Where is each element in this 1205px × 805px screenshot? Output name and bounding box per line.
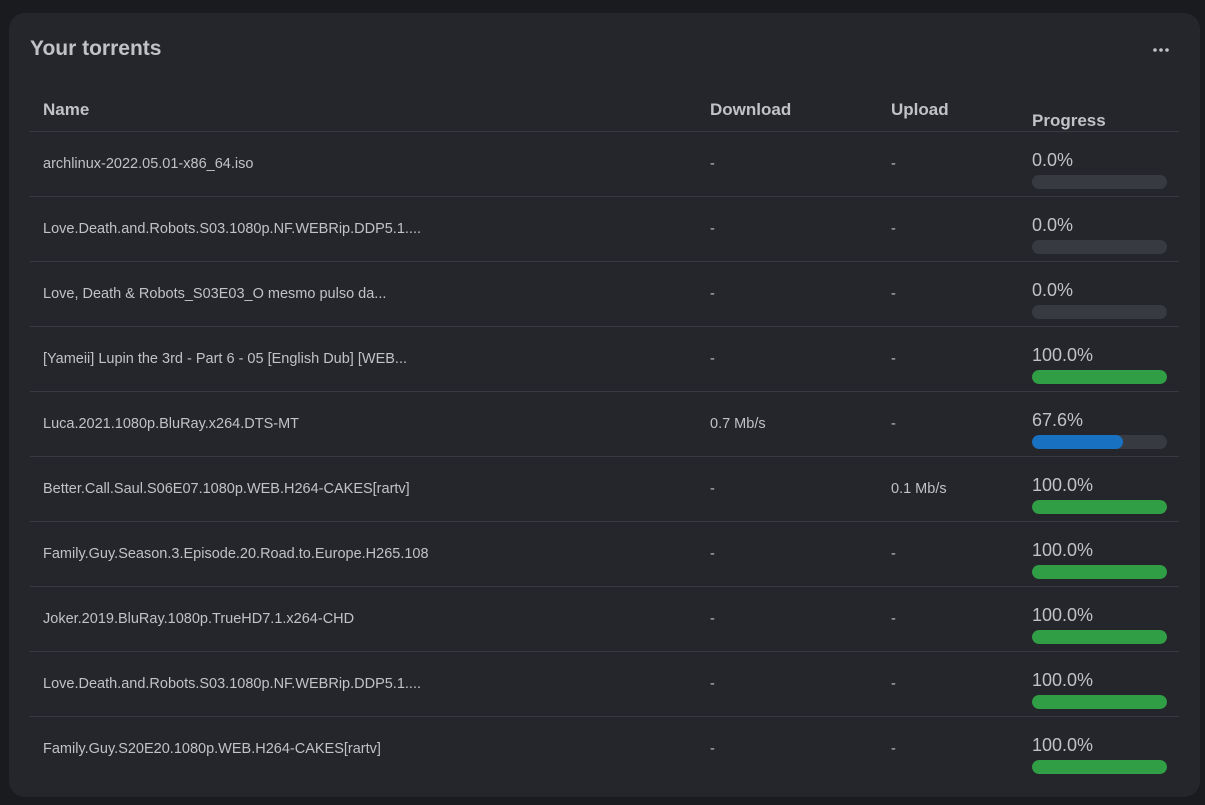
progress-percent: 100.0% xyxy=(1032,475,1094,495)
upload-speed: - xyxy=(891,221,896,237)
progress-bar-fill xyxy=(1032,370,1167,384)
torrent-name: Love, Death & Robots_S03E03_O mesmo puls… xyxy=(43,286,387,302)
table-row[interactable]: archlinux-2022.05.01-x86_64.iso - - 0.0% xyxy=(30,132,1179,197)
download-speed: - xyxy=(710,546,715,562)
download-speed: - xyxy=(710,481,715,497)
progress-bar xyxy=(1032,565,1167,579)
progress-bar-fill xyxy=(1032,630,1167,644)
table-row[interactable]: Luca.2021.1080p.BluRay.x264.DTS-MT 0.7 M… xyxy=(30,392,1179,457)
panel-title: Your torrents xyxy=(30,37,162,60)
upload-speed: 0.1 Mb/s xyxy=(891,481,947,497)
progress-cell: 0.0% xyxy=(1032,215,1167,254)
more-options-button[interactable] xyxy=(1150,39,1172,61)
table-row[interactable]: Family.Guy.S20E20.1080p.WEB.H264-CAKES[r… xyxy=(30,717,1179,781)
torrent-name: Luca.2021.1080p.BluRay.x264.DTS-MT xyxy=(43,416,300,432)
upload-speed: - xyxy=(891,546,896,562)
torrent-name: Love.Death.and.Robots.S03.1080p.NF.WEBRi… xyxy=(43,676,422,692)
download-speed: - xyxy=(710,611,715,627)
progress-cell: 0.0% xyxy=(1032,280,1167,319)
ellipsis-icon xyxy=(1153,48,1169,52)
table-row[interactable]: [Yameii] Lupin the 3rd - Part 6 - 05 [En… xyxy=(30,327,1179,392)
header-download: Download xyxy=(710,100,792,119)
download-speed: - xyxy=(710,286,715,302)
progress-bar xyxy=(1032,695,1167,709)
progress-percent: 100.0% xyxy=(1032,540,1094,560)
torrent-name: Family.Guy.S20E20.1080p.WEB.H264-CAKES[r… xyxy=(43,741,381,757)
progress-bar xyxy=(1032,630,1167,644)
progress-cell: 100.0% xyxy=(1032,735,1167,774)
progress-cell: 100.0% xyxy=(1032,345,1167,384)
table-row[interactable]: Better.Call.Saul.S06E07.1080p.WEB.H264-C… xyxy=(30,457,1179,522)
table-body: archlinux-2022.05.01-x86_64.iso - - 0.0%… xyxy=(30,132,1179,781)
progress-percent: 100.0% xyxy=(1032,735,1094,755)
progress-bar-fill xyxy=(1032,435,1124,449)
upload-speed: - xyxy=(891,676,896,692)
progress-bar-fill xyxy=(1032,760,1167,774)
download-speed: - xyxy=(710,741,715,757)
progress-percent: 0.0% xyxy=(1032,280,1074,300)
progress-percent: 0.0% xyxy=(1032,215,1074,235)
header-upload: Upload xyxy=(891,100,949,119)
upload-speed: - xyxy=(891,611,896,627)
download-speed: - xyxy=(710,156,715,172)
progress-bar xyxy=(1032,435,1167,449)
table-row[interactable]: Love, Death & Robots_S03E03_O mesmo puls… xyxy=(30,262,1179,327)
progress-percent: 67.6% xyxy=(1032,410,1084,430)
progress-bar-fill xyxy=(1032,695,1167,709)
torrent-name: Family.Guy.Season.3.Episode.20.Road.to.E… xyxy=(43,546,429,562)
progress-cell: 100.0% xyxy=(1032,475,1167,514)
download-speed: 0.7 Mb/s xyxy=(710,416,766,432)
download-speed: - xyxy=(710,221,715,237)
download-speed: - xyxy=(710,351,715,367)
progress-bar xyxy=(1032,305,1167,319)
upload-speed: - xyxy=(891,416,896,432)
torrent-name: archlinux-2022.05.01-x86_64.iso xyxy=(43,156,254,172)
torrent-name: [Yameii] Lupin the 3rd - Part 6 - 05 [En… xyxy=(43,351,408,367)
torrent-name: Better.Call.Saul.S06E07.1080p.WEB.H264-C… xyxy=(43,481,410,497)
torrents-panel: Your torrents Name Download Upload Progr… xyxy=(9,13,1200,797)
progress-percent: 0.0% xyxy=(1032,150,1074,170)
torrents-table: Name Download Upload Progress archlinux-… xyxy=(30,93,1179,781)
progress-bar xyxy=(1032,500,1167,514)
progress-cell: 100.0% xyxy=(1032,670,1167,709)
header-progress: Progress xyxy=(1032,111,1106,130)
download-speed: - xyxy=(710,676,715,692)
table-row[interactable]: Joker.2019.BluRay.1080p.TrueHD7.1.x264-C… xyxy=(30,587,1179,652)
table-header: Name Download Upload Progress xyxy=(30,93,1179,132)
progress-cell: 100.0% xyxy=(1032,540,1167,579)
progress-cell: 100.0% xyxy=(1032,605,1167,644)
torrent-name: Love.Death.and.Robots.S03.1080p.NF.WEBRi… xyxy=(43,221,422,237)
progress-bar xyxy=(1032,240,1167,254)
progress-bar xyxy=(1032,760,1167,774)
progress-percent: 100.0% xyxy=(1032,345,1094,365)
upload-speed: - xyxy=(891,351,896,367)
torrent-name: Joker.2019.BluRay.1080p.TrueHD7.1.x264-C… xyxy=(43,611,355,627)
table-row[interactable]: Family.Guy.Season.3.Episode.20.Road.to.E… xyxy=(30,522,1179,587)
progress-cell: 0.0% xyxy=(1032,150,1167,189)
progress-bar xyxy=(1032,175,1167,189)
progress-bar-fill xyxy=(1032,500,1167,514)
upload-speed: - xyxy=(891,156,896,172)
table-row[interactable]: Love.Death.and.Robots.S03.1080p.NF.WEBRi… xyxy=(30,197,1179,262)
table-row[interactable]: Love.Death.and.Robots.S03.1080p.NF.WEBRi… xyxy=(30,652,1179,717)
upload-speed: - xyxy=(891,741,896,757)
upload-speed: - xyxy=(891,286,896,302)
progress-bar xyxy=(1032,370,1167,384)
header-name: Name xyxy=(43,100,90,119)
progress-percent: 100.0% xyxy=(1032,605,1094,625)
progress-bar-fill xyxy=(1032,565,1167,579)
progress-cell: 67.6% xyxy=(1032,410,1167,449)
progress-percent: 100.0% xyxy=(1032,670,1094,690)
